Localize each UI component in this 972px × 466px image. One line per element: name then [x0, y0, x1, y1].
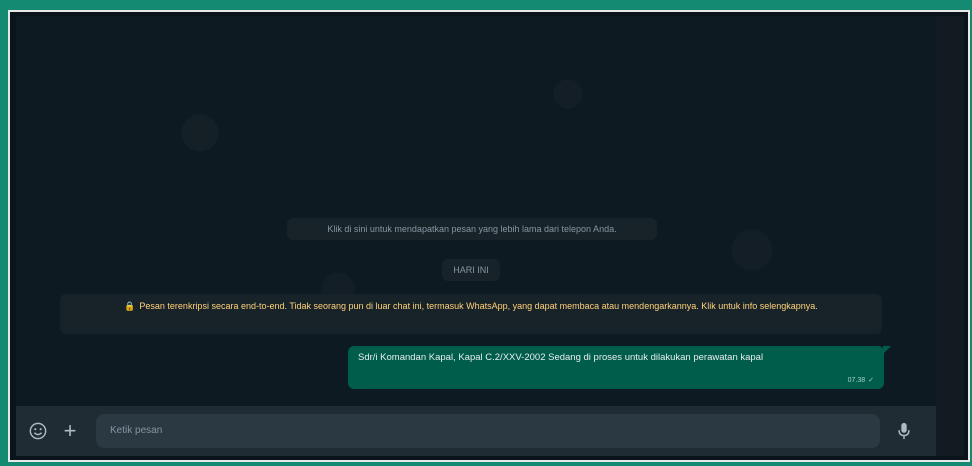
lock-icon: 🔒 [124, 301, 136, 311]
encryption-notice[interactable]: 🔒 Pesan terenkripsi secara end-to-end. Ti… [60, 294, 882, 334]
load-older-messages-text: Klik di sini untuk mendapatkan pesan yan… [327, 224, 617, 234]
encryption-notice-text: Pesan terenkripsi secara end-to-end. Tid… [139, 301, 818, 311]
voice-message-button[interactable] [892, 419, 916, 443]
outgoing-message[interactable]: Sdr/i Komandan Kapal, Kapal C.2/XXV-2002… [348, 346, 891, 389]
load-older-messages-notice[interactable]: Klik di sini untuk mendapatkan pesan yan… [287, 218, 657, 240]
attach-button[interactable]: + [58, 419, 82, 443]
message-time: 07.38 [847, 377, 866, 384]
plus-icon: + [63, 418, 77, 443]
mic-icon [898, 422, 910, 440]
emoji-icon [29, 422, 47, 440]
single-check-icon: ✓ [868, 377, 874, 384]
emoji-button[interactable] [26, 419, 50, 443]
message-composer: + [16, 406, 936, 456]
date-divider-label: HARI INI [453, 265, 489, 275]
side-panel-edge [936, 16, 964, 456]
message-text: Sdr/i Komandan Kapal, Kapal C.2/XXV-2002… [358, 352, 764, 363]
message-meta: 07.38 ✓ [848, 376, 874, 384]
date-divider: HARI INI [442, 259, 500, 281]
message-input[interactable] [96, 414, 880, 448]
